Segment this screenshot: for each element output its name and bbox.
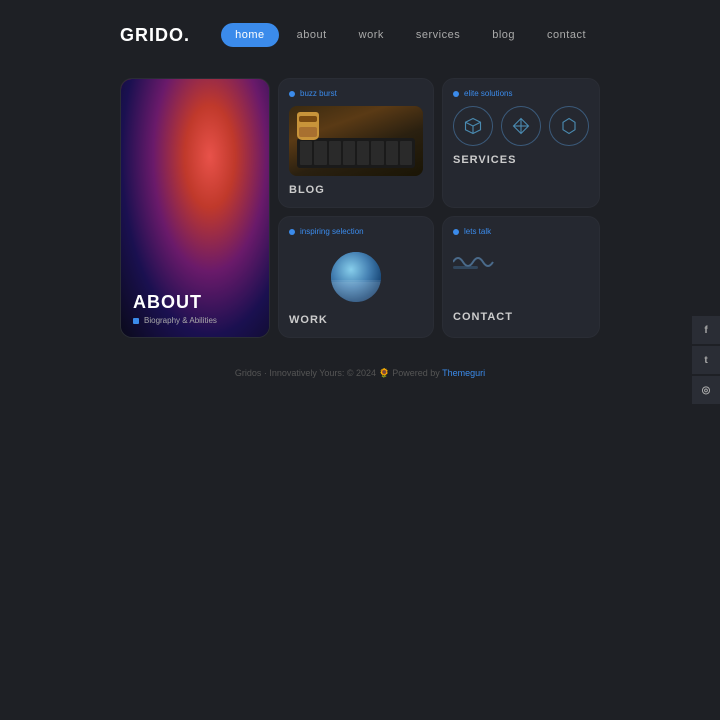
work-avatar — [331, 252, 381, 302]
blog-card[interactable]: buzz burst BLOG — [278, 78, 434, 208]
service-icons — [453, 106, 589, 146]
avatar-bg — [331, 252, 381, 302]
facebook-button[interactable]: f — [692, 316, 720, 344]
about-overlay: ABOUT Biography & Abilities — [121, 280, 269, 337]
keyboard-keys — [297, 138, 415, 168]
services-tag: elite solutions — [453, 89, 589, 98]
about-card[interactable]: ABOUT Biography & Abilities — [120, 78, 270, 338]
service-icon-3 — [549, 106, 589, 146]
services-card[interactable]: elite solutions — [442, 78, 600, 208]
services-label: SERVICES — [453, 154, 589, 166]
blog-tag: buzz burst — [289, 89, 423, 98]
facebook-icon: f — [704, 325, 707, 336]
services-tag-dot — [453, 91, 459, 97]
nav-item-contact[interactable]: contact — [533, 23, 600, 47]
nav-item-blog[interactable]: blog — [478, 23, 529, 47]
nav-item-about[interactable]: about — [283, 23, 341, 47]
contact-tag-dot — [453, 229, 459, 235]
service-icon-2 — [501, 106, 541, 146]
work-card[interactable]: inspiring selection WORK — [278, 216, 434, 338]
work-tag-dot — [289, 229, 295, 235]
cup — [297, 112, 319, 140]
navbar: GRIDO. home about work services blog con… — [0, 0, 720, 70]
blog-image — [289, 106, 423, 176]
contact-label: CONTACT — [453, 311, 589, 327]
contact-squiggle-icon — [453, 252, 503, 272]
main-grid: ABOUT Biography & Abilities buzz burst — [0, 78, 720, 338]
social-sidebar: f t ◎ — [692, 316, 720, 404]
footer-text: Gridos · Innovatively Yours: © 2024 🌻 Po… — [235, 368, 442, 378]
nav-item-work[interactable]: work — [345, 23, 398, 47]
logo: GRIDO. — [120, 25, 190, 46]
nav-links: home about work services blog contact — [221, 23, 600, 47]
nav-item-services[interactable]: services — [402, 23, 474, 47]
instagram-icon: ◎ — [702, 385, 711, 396]
work-label: WORK — [289, 314, 423, 326]
footer-link[interactable]: Themeguri — [442, 368, 485, 378]
about-title: ABOUT — [133, 292, 257, 313]
contact-tag: lets talk — [453, 227, 589, 236]
service-icon-1 — [453, 106, 493, 146]
work-tag: inspiring selection — [289, 227, 423, 236]
twitter-button[interactable]: t — [692, 346, 720, 374]
about-subtitle: Biography & Abilities — [133, 316, 257, 325]
contact-graphic — [453, 252, 589, 277]
avatar-reflection — [331, 282, 381, 302]
twitter-icon: t — [704, 355, 707, 366]
blog-tag-dot — [289, 91, 295, 97]
footer: Gridos · Innovatively Yours: © 2024 🌻 Po… — [0, 368, 720, 379]
instagram-button[interactable]: ◎ — [692, 376, 720, 404]
contact-card[interactable]: lets talk CONTACT — [442, 216, 600, 338]
nav-item-home[interactable]: home — [221, 23, 279, 47]
blog-label: BLOG — [289, 184, 423, 196]
about-dot — [133, 318, 139, 324]
